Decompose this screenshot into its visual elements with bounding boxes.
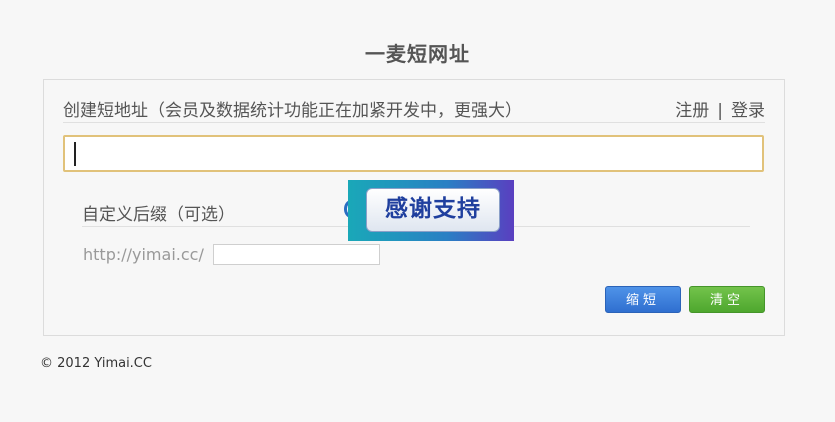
long-url-input[interactable] [65, 137, 762, 170]
support-banner-label: 感谢支持 [366, 188, 500, 232]
text-caret [74, 142, 76, 166]
custom-suffix-label: 自定义后缀（可选） [82, 205, 235, 225]
panel-header: 创建短地址（会员及数据统计功能正在加紧开发中，更强大） 注册 | 登录 [63, 94, 765, 123]
footer-copyright: © 2012 Yimai.CC [40, 356, 152, 371]
url-input-wrapper [63, 135, 764, 172]
shorten-button[interactable]: 缩短 [605, 286, 681, 313]
support-banner[interactable]: 感谢支持 [348, 180, 514, 241]
register-link[interactable]: 注册 [675, 101, 709, 121]
auth-links: 注册 | 登录 [675, 96, 765, 121]
custom-suffix-input[interactable] [213, 244, 380, 265]
panel-heading: 创建短地址（会员及数据统计功能正在加紧开发中，更强大） [63, 101, 522, 121]
auth-separator: | [717, 101, 723, 121]
login-link[interactable]: 登录 [731, 101, 765, 121]
url-prefix: http://yimai.cc/ [83, 245, 204, 264]
clear-button[interactable]: 清空 [689, 286, 765, 313]
site-title: 一麦短网址 [365, 42, 470, 66]
